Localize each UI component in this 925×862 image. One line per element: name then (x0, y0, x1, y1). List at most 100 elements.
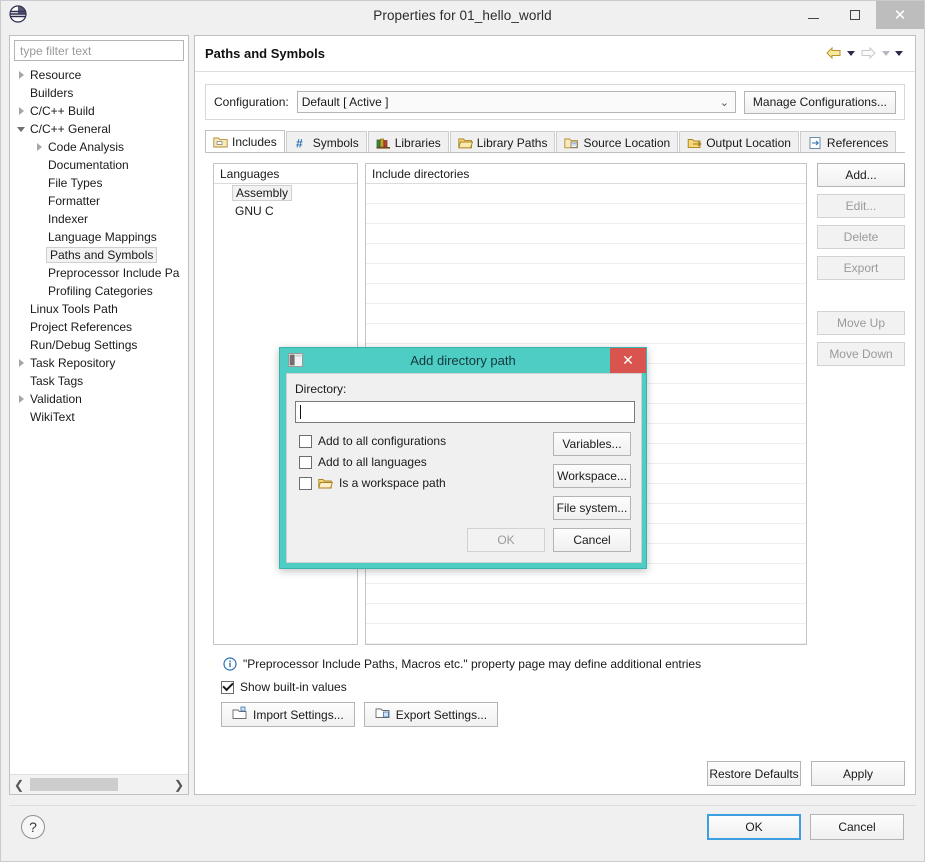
tab-output-location[interactable]: Output Location (679, 131, 799, 153)
back-arrow-icon[interactable] (825, 46, 842, 60)
directory-input[interactable] (295, 401, 635, 423)
tree-spacer (32, 156, 46, 174)
tree-item-profiling-categories[interactable]: Profiling Categories (10, 282, 188, 300)
modal-ok-button[interactable]: OK (467, 528, 545, 552)
move-up-button[interactable]: Move Up (817, 311, 905, 335)
scrollbar-thumb[interactable] (30, 778, 118, 791)
tree-item-builders[interactable]: Builders (10, 84, 188, 102)
checkbox-box[interactable] (299, 477, 312, 490)
maximize-button[interactable] (834, 1, 876, 29)
modal-variables-button[interactable]: Variables... (553, 432, 631, 456)
tree-item-linux-tools-path[interactable]: Linux Tools Path (10, 300, 188, 318)
tree-horizontal-scrollbar[interactable]: ❮ ❯ (10, 774, 188, 794)
tree-item-task-repository[interactable]: Task Repository (10, 354, 188, 372)
tab-references[interactable]: References (800, 131, 896, 153)
add-button[interactable]: Add... (817, 163, 905, 187)
tree-item-indexer[interactable]: Indexer (10, 210, 188, 228)
tab-library-paths[interactable]: Library Paths (450, 131, 556, 153)
import-settings-button[interactable]: Import Settings... (221, 702, 355, 727)
checkbox-box[interactable] (221, 681, 234, 694)
tree-item-c-c-general[interactable]: C/C++ General (10, 120, 188, 138)
include-directory-row[interactable] (366, 224, 806, 244)
include-directory-row[interactable] (366, 324, 806, 344)
ok-button[interactable]: OK (707, 814, 801, 840)
show-builtin-values-checkbox[interactable]: Show built-in values (221, 680, 347, 694)
languages-rows[interactable]: AssemblyGNU C (214, 184, 357, 220)
checkbox-box[interactable] (299, 435, 312, 448)
move-down-button[interactable]: Move Down (817, 342, 905, 366)
tree-item-c-c-build[interactable]: C/C++ Build (10, 102, 188, 120)
tab-includes[interactable]: Includes (205, 130, 285, 153)
button-group-spacer (817, 287, 905, 304)
tab-label: Symbols (313, 136, 359, 150)
edit-button[interactable]: Edit... (817, 194, 905, 218)
tab-source-location[interactable]: Source Location (556, 131, 678, 153)
tree-item-run-debug-settings[interactable]: Run/Debug Settings (10, 336, 188, 354)
chevron-down-icon[interactable] (14, 120, 28, 138)
export-button[interactable]: Export (817, 256, 905, 280)
include-directory-row[interactable] (366, 624, 806, 644)
dialog-content: type filter text Resource BuildersC/C++ B… (1, 29, 924, 861)
include-directory-row[interactable] (366, 244, 806, 264)
scroll-right-icon[interactable]: ❯ (170, 778, 188, 792)
tree-item-paths-and-symbols[interactable]: Paths and Symbols (10, 246, 188, 264)
settings-tree[interactable]: Resource BuildersC/C++ BuildC/C++ General… (10, 66, 188, 766)
back-menu-chevron-down-icon[interactable] (847, 51, 855, 56)
tab-libraries[interactable]: Libraries (368, 131, 449, 153)
close-button[interactable]: ✕ (876, 1, 924, 29)
tree-spacer (14, 318, 28, 336)
include-directory-row[interactable] (366, 284, 806, 304)
delete-button[interactable]: Delete (817, 225, 905, 249)
tree-item-preprocessor-include-pa[interactable]: Preprocessor Include Pa (10, 264, 188, 282)
apply-button[interactable]: Apply (811, 761, 905, 786)
tree-item-label: Language Mappings (46, 230, 159, 244)
tab-symbols[interactable]: #Symbols (286, 131, 367, 153)
tree-item-wikitext[interactable]: WikiText (10, 408, 188, 426)
modal-file-system-button[interactable]: File system... (553, 496, 631, 520)
modal-checkbox-is-a-workspace-path[interactable]: Is a workspace path (299, 476, 446, 490)
help-button[interactable]: ? (21, 815, 45, 839)
page-menu-chevron-down-icon[interactable] (895, 51, 903, 56)
tree-item-label: Resource (28, 68, 83, 82)
modal-checkbox-add-to-all-languages[interactable]: Add to all languages (299, 455, 446, 469)
tree-item-language-mappings[interactable]: Language Mappings (10, 228, 188, 246)
chevron-right-icon[interactable] (14, 102, 28, 120)
include-directory-row[interactable] (366, 604, 806, 624)
manage-configurations-button[interactable]: Manage Configurations... (744, 91, 896, 114)
tree-item-documentation[interactable]: Documentation (10, 156, 188, 174)
include-directory-row[interactable] (366, 304, 806, 324)
tree-item-task-tags[interactable]: Task Tags (10, 372, 188, 390)
tree-item-validation[interactable]: Validation (10, 390, 188, 408)
configuration-select[interactable]: Default [ Active ] ⌄ (297, 91, 736, 113)
cancel-button[interactable]: Cancel (810, 814, 904, 840)
chevron-right-icon[interactable] (14, 354, 28, 372)
checkbox-box[interactable] (299, 456, 312, 469)
include-directory-row[interactable] (366, 584, 806, 604)
modal-checkbox-add-to-all-configurations[interactable]: Add to all configurations (299, 434, 446, 448)
tree-item-code-analysis[interactable]: Code Analysis (10, 138, 188, 156)
window-titlebar: Properties for 01_hello_world ✕ (1, 1, 924, 29)
chevron-right-icon[interactable] (14, 390, 28, 408)
filter-input[interactable]: type filter text (14, 40, 184, 61)
restore-defaults-button[interactable]: Restore Defaults (707, 761, 801, 786)
include-directory-row[interactable] (366, 204, 806, 224)
dialog-window-icon (288, 353, 303, 367)
tree-spacer (32, 210, 46, 228)
modal-close-icon[interactable]: ✕ (610, 348, 646, 373)
minimize-button[interactable] (792, 1, 834, 29)
tree-item-formatter[interactable]: Formatter (10, 192, 188, 210)
tree-item-file-types[interactable]: File Types (10, 174, 188, 192)
tree-item-resource[interactable]: Resource (10, 66, 188, 84)
directory-label: Directory: (295, 382, 346, 396)
language-item-gnu-c[interactable]: GNU C (214, 202, 357, 220)
chevron-right-icon[interactable] (32, 138, 46, 156)
modal-cancel-button[interactable]: Cancel (553, 528, 631, 552)
tree-item-project-references[interactable]: Project References (10, 318, 188, 336)
scroll-left-icon[interactable]: ❮ (10, 778, 28, 792)
modal-workspace-button[interactable]: Workspace... (553, 464, 631, 488)
chevron-right-icon[interactable] (14, 66, 28, 84)
language-item-assembly[interactable]: Assembly (214, 184, 357, 202)
export-settings-button[interactable]: Export Settings... (364, 702, 498, 727)
include-directory-row[interactable] (366, 264, 806, 284)
include-directory-row[interactable] (366, 184, 806, 204)
